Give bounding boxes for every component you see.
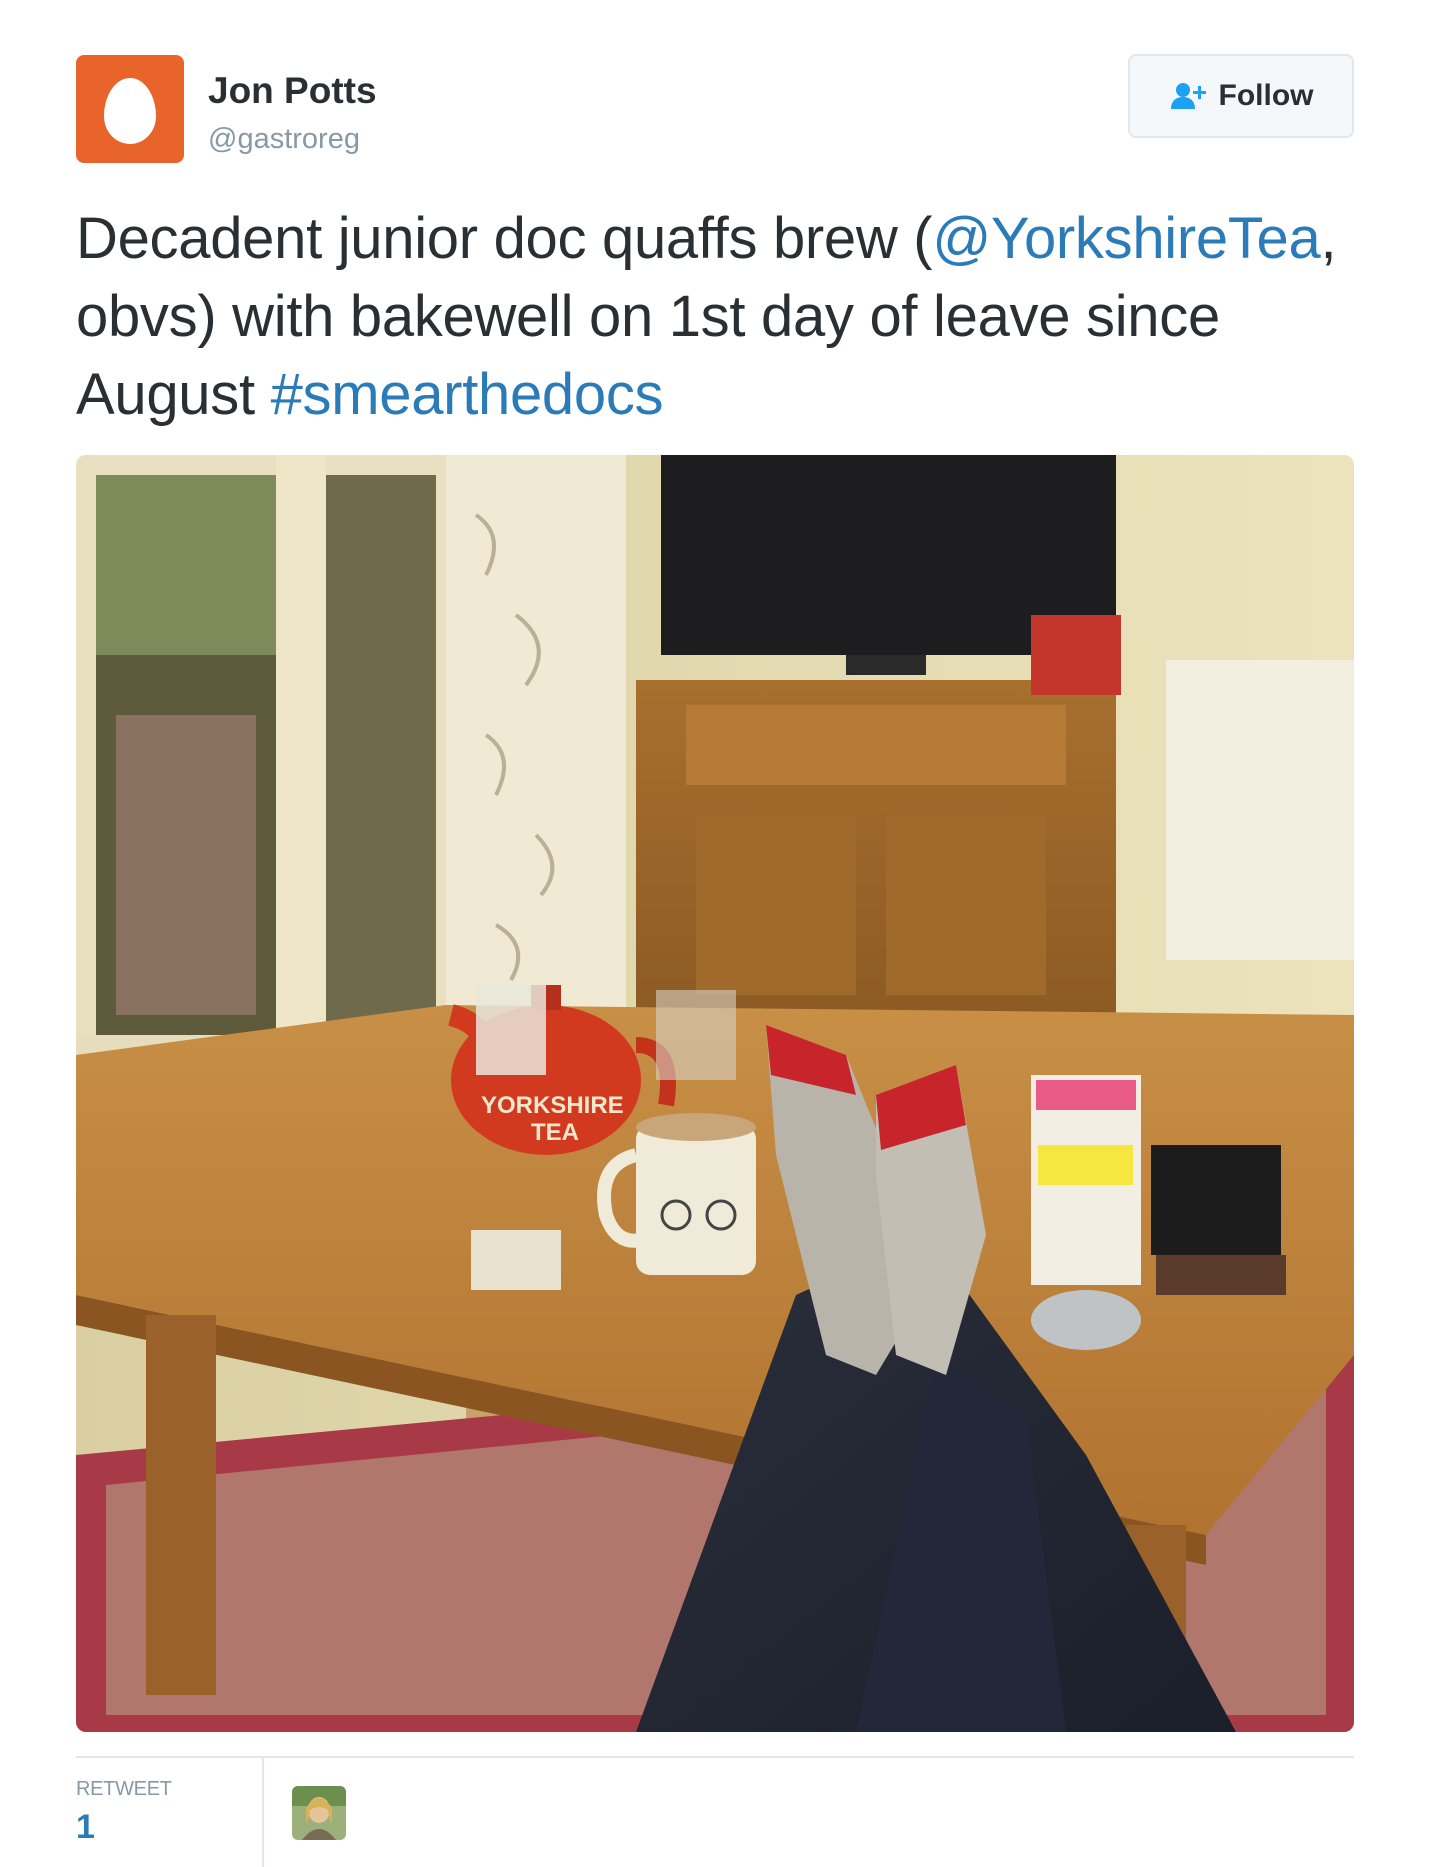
tweet-card: Jon Potts @gastroreg Follow Decadent jun… <box>0 0 1440 1867</box>
stats-divider <box>76 1756 1354 1758</box>
hashtag-link[interactable]: #smearthedocs <box>271 362 664 427</box>
tweet-photo[interactable]: YORKSHIRE TEA <box>76 455 1354 1732</box>
tweet-text: Decadent junior doc quaffs brew (@Yorksh… <box>76 200 1366 434</box>
retweet-count[interactable]: 1 <box>76 1808 95 1847</box>
add-user-icon <box>1170 83 1206 109</box>
tweet-text-segment: Decadent junior doc quaffs brew ( <box>76 206 933 271</box>
mention-link[interactable]: @YorkshireTea <box>932 206 1320 271</box>
author-avatar[interactable] <box>76 55 184 163</box>
living-room-photo: YORKSHIRE TEA <box>76 455 1354 1732</box>
author-name[interactable]: Jon Potts <box>208 70 377 112</box>
retweeter-avatar[interactable] <box>292 1786 346 1840</box>
follow-label: Follow <box>1218 79 1314 112</box>
teapot-label: YORKSHIRE <box>481 1092 624 1119</box>
retweet-label[interactable]: RETWEET <box>76 1778 172 1801</box>
stats-separator <box>262 1758 264 1867</box>
follow-button[interactable]: Follow <box>1128 54 1354 138</box>
teapot-label: TEA <box>531 1119 579 1146</box>
author-handle[interactable]: @gastroreg <box>208 123 360 156</box>
retweeter-photo <box>292 1786 346 1840</box>
egg-icon <box>104 78 156 144</box>
